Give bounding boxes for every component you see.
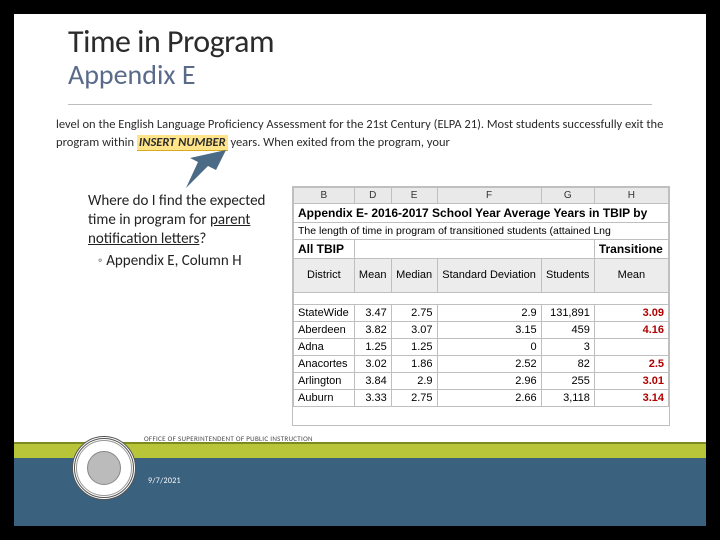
table-cell: 1.25 [391,339,437,356]
hdr-mean: Mean [354,259,391,293]
table-row: Anacortes3.021.862.52822.5 [294,356,669,373]
table-cell: 3.33 [354,390,391,407]
table-row: Auburn3.332.752.663,1183.14 [294,390,669,407]
table-cell: 2.5 [594,356,668,373]
table-caption: Appendix E- 2016-2017 School Year Averag… [294,204,669,223]
table-cell: 3.01 [594,373,668,390]
column-letters-row: B D E F G H [294,188,669,204]
spreadsheet-snippet: B D E F G H Appendix E- 2016-2017 School… [292,186,670,426]
table-cell: 0 [437,339,541,356]
table-cell: 3.84 [354,373,391,390]
table-cell: 255 [541,373,594,390]
table-cell: 3.07 [391,322,437,339]
table-cell: Anacortes [294,356,355,373]
col-letter: D [354,188,391,204]
appendix-e-table: B D E F G H Appendix E- 2016-2017 School… [293,187,669,407]
table-grouping-row: All TBIP Transitione [294,240,669,259]
title-line1: Time in Program [68,22,652,61]
table-cell: 2.96 [437,373,541,390]
title-line2: Appendix E [68,57,652,92]
table-row: Adna1.251.2503 [294,339,669,356]
slide: Time in Program Appendix E level on the … [14,14,706,526]
hdr-students: Students [541,259,594,293]
table-desc: The length of time in program of transit… [294,223,669,240]
table-caption-row: Appendix E- 2016-2017 School Year Averag… [294,204,669,223]
table-cell: 459 [541,322,594,339]
table-cell: 2.9 [437,305,541,322]
transitione-label: Transitione [594,240,668,259]
body-paragraph: level on the English Language Proficienc… [56,116,668,152]
table-cell: 2.75 [391,390,437,407]
table-cell: 3.47 [354,305,391,322]
answer-text: Appendix E, Column H [106,252,241,270]
table-cell: 3.82 [354,322,391,339]
table-desc-row: The length of time in program of transit… [294,223,669,240]
table-cell: 2.75 [391,305,437,322]
table-cell: 3,118 [541,390,594,407]
all-tbip-label: All TBIP [294,240,355,259]
table-header-row: District Mean Median Standard Deviation … [294,259,669,293]
table-cell: 3.02 [354,356,391,373]
table-cell: 3.09 [594,305,668,322]
title-underline [68,104,652,105]
hdr-median: Median [391,259,437,293]
insert-placeholder: INSERT NUMBER [137,135,228,151]
hdr-district: District [294,259,355,293]
col-letter: H [594,188,668,204]
table-cell: Aberdeen [294,322,355,339]
title-block: Time in Program Appendix E [68,22,652,92]
col-letter: B [294,188,355,204]
table-cell: 4.16 [594,322,668,339]
col-letter: E [391,188,437,204]
footer-date: 9/7/2021 [148,476,181,486]
hdr-stddev: Standard Deviation [437,259,541,293]
answer-bullet: ◦ Appendix E, Column H [88,252,283,271]
table-cell: Auburn [294,390,355,407]
table-cell [594,339,668,356]
col-letter: G [541,188,594,204]
table-cell: 2.66 [437,390,541,407]
table-cell: Arlington [294,373,355,390]
table-row: Arlington3.842.92.962553.01 [294,373,669,390]
table-row: Aberdeen3.823.073.154594.16 [294,322,669,339]
col-letter: F [437,188,541,204]
table-cell: Adna [294,339,355,356]
table-cell: 82 [541,356,594,373]
bullet-ring-icon: ◦ [98,254,102,269]
table-cell: 131,891 [541,305,594,322]
table-cell: 3 [541,339,594,356]
table-cell: 2.52 [437,356,541,373]
table-cell: 2.9 [391,373,437,390]
hdr-mean-h: Mean [594,259,668,293]
table-cell: 1.86 [391,356,437,373]
table-cell: StateWide [294,305,355,322]
question-qmark: ? [199,230,206,248]
arrow-icon [172,150,226,188]
table-cell: 3.14 [594,390,668,407]
state-seal-icon [72,436,136,500]
table-cell: 1.25 [354,339,391,356]
table-row: StateWide3.472.752.9131,8913.09 [294,305,669,322]
table-cell: 3.15 [437,322,541,339]
paragraph-post: years. When exited from the program, you… [228,135,450,150]
question-block: Where do I find the expected time in pro… [88,192,283,271]
